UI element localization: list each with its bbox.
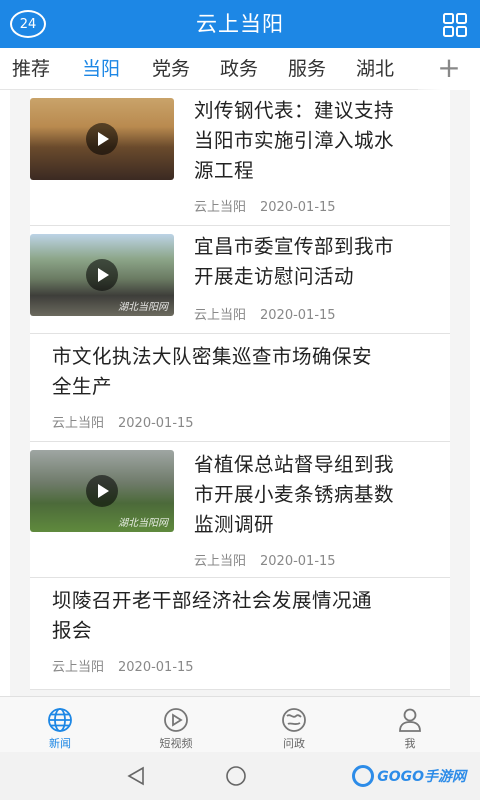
news-meta: 云上当阳 2020-01-15: [52, 656, 208, 675]
user-icon: [399, 708, 421, 732]
news-title-line: 省植保总站督导组到我: [194, 453, 395, 476]
news-meta: 云上当阳 2020-01-15: [194, 550, 350, 569]
news-title: 宜昌市委宣传部到我市 开展走访慰问活动: [194, 232, 450, 292]
home-circle-icon[interactable]: [224, 764, 248, 788]
news-meta: 云上当阳 2020-01-15: [52, 412, 208, 431]
news-item[interactable]: 湖北当阳网 宜昌市委宣传部到我市 开展走访慰问活动 云上当阳 2020-01-15: [30, 226, 450, 334]
news-title-line: 全生产: [52, 375, 113, 398]
tab-party[interactable]: 党务: [152, 48, 190, 90]
add-channel-button[interactable]: +: [418, 48, 480, 90]
tabbar-label: 短视频: [159, 737, 193, 750]
news-title: 刘传钢代表：建议支持 当阳市实施引漳入城水 源工程: [194, 96, 450, 186]
news-item[interactable]: 刘传钢代表：建议支持 当阳市实施引漳入城水 源工程 云上当阳 2020-01-15: [30, 90, 450, 226]
watermark-text: GOGO手游网: [377, 769, 466, 785]
news-title-line: 市文化执法大队密集巡查市场确保安: [52, 345, 373, 368]
tab-recommend[interactable]: 推荐: [12, 48, 50, 90]
news-title-line: 源工程: [194, 159, 255, 182]
news-item[interactable]: 市文化执法大队密集巡查市场确保安 全生产 云上当阳 2020-01-15: [30, 334, 450, 442]
news-feed[interactable]: 刘传钢代表：建议支持 当阳市实施引漳入城水 源工程 云上当阳 2020-01-15…: [10, 90, 470, 696]
tabbar-item-me[interactable]: 我: [370, 697, 450, 753]
news-date: 2020-01-15: [260, 200, 336, 215]
news-title-line: 宜昌市委宣传部到我市: [194, 235, 395, 258]
news-date: 2020-01-15: [260, 308, 336, 323]
tab-government[interactable]: 政务: [220, 48, 258, 90]
news-title-line: 报会: [52, 619, 93, 642]
news-title-line: 坝陵召开老干部经济社会发展情况通: [52, 589, 373, 612]
tabbar-item-short-video[interactable]: 短视频: [136, 697, 216, 753]
news-source: 云上当阳: [52, 416, 105, 431]
thumbnail-watermark: 湖北当阳网: [118, 518, 168, 529]
news-title: 市文化执法大队密集巡查市场确保安 全生产: [52, 342, 450, 402]
news-title-line: 市开展小麦条锈病基数: [194, 483, 395, 506]
news-source: 云上当阳: [52, 660, 105, 675]
tab-dangyang[interactable]: 当阳: [82, 48, 120, 90]
question-globe-icon: [282, 708, 306, 732]
tabbar-label: 我: [404, 737, 416, 750]
news-source: 云上当阳: [194, 200, 247, 215]
system-navigation-bar: GOGO手游网: [0, 752, 480, 800]
tabbar-label: 问政: [283, 737, 305, 750]
news-source: 云上当阳: [194, 308, 247, 323]
site-watermark-logo: GOGO手游网: [352, 764, 466, 788]
news-thumbnail: 湖北当阳网: [30, 234, 174, 316]
news-thumbnail: 湖北当阳网: [30, 450, 174, 532]
tab-hubei[interactable]: 湖北: [356, 48, 394, 90]
channel-tabs: 推荐 当阳 党务 政务 服务 湖北 +: [0, 48, 480, 90]
news-date: 2020-01-15: [118, 660, 194, 675]
news-date: 2020-01-15: [260, 554, 336, 569]
globe-icon: [48, 708, 72, 732]
news-title-line: 监测调研: [194, 513, 275, 536]
tab-service[interactable]: 服务: [288, 48, 326, 90]
news-title-line: 当阳市实施引漳入城水: [194, 129, 395, 152]
news-meta: 云上当阳 2020-01-15: [194, 196, 350, 215]
back-triangle-icon[interactable]: [124, 764, 148, 788]
news-thumbnail: [30, 98, 174, 180]
tabbar-item-wenzheng[interactable]: 问政: [254, 697, 334, 753]
news-item[interactable]: 湖北当阳网 省植保总站督导组到我 市开展小麦条锈病基数 监测调研 云上当阳 202…: [30, 442, 450, 578]
play-icon: [86, 123, 118, 155]
play-circle-icon: [164, 708, 188, 732]
news-meta: 云上当阳 2020-01-15: [194, 304, 350, 323]
app-header: 24 云上当阳: [0, 0, 480, 48]
play-icon: [86, 259, 118, 291]
grid-icon[interactable]: [442, 12, 468, 38]
app-title: 云上当阳: [196, 12, 284, 36]
news-title: 坝陵召开老干部经济社会发展情况通 报会: [52, 586, 450, 646]
news-source: 云上当阳: [194, 554, 247, 569]
tabbar-item-news[interactable]: 新闻: [20, 697, 100, 753]
news-title: 省植保总站督导组到我 市开展小麦条锈病基数 监测调研: [194, 450, 450, 540]
news-title-line: 刘传钢代表：建议支持: [194, 99, 395, 122]
bottom-tab-bar: 新闻 短视频 问政 我: [0, 696, 480, 752]
play-icon: [86, 475, 118, 507]
tabbar-label: 新闻: [49, 737, 71, 750]
news-item[interactable]: 坝陵召开老干部经济社会发展情况通 报会 云上当阳 2020-01-15: [30, 578, 450, 690]
news-date: 2020-01-15: [118, 416, 194, 431]
thumbnail-watermark: 湖北当阳网: [118, 302, 168, 313]
watermark-logo-icon: [352, 765, 375, 787]
news-title-line: 开展走访慰问活动: [194, 265, 355, 288]
